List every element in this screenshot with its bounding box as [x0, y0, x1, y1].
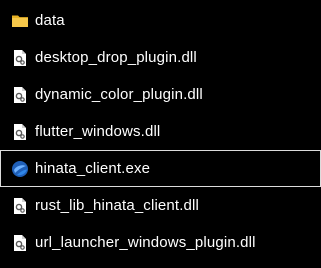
file-item-desktop-drop-plugin[interactable]: desktop_drop_plugin.dll [0, 39, 321, 76]
file-name: url_launcher_windows_plugin.dll [35, 233, 256, 251]
file-item-rust-lib-hinata-client[interactable]: rust_lib_hinata_client.dll [0, 187, 321, 224]
file-name: desktop_drop_plugin.dll [35, 48, 197, 66]
dll-file-icon [14, 49, 26, 66]
file-item-hinata-client-exe[interactable]: hinata_client.exe [0, 150, 321, 187]
file-name: dynamic_color_plugin.dll [35, 85, 203, 103]
dll-file-icon [14, 123, 26, 140]
dll-file-icon [14, 86, 26, 103]
file-list: data desktop_drop_plugin.dll dynamic_col… [0, 0, 321, 268]
file-item-data[interactable]: data [0, 2, 321, 39]
file-name: data [35, 11, 65, 29]
file-name: flutter_windows.dll [35, 122, 161, 140]
file-item-flutter-windows[interactable]: flutter_windows.dll [0, 113, 321, 150]
file-item-url-launcher-windows-plugin[interactable]: url_launcher_windows_plugin.dll [0, 224, 321, 261]
folder-icon [12, 15, 28, 27]
dll-file-icon [14, 234, 26, 251]
file-name: hinata_client.exe [35, 159, 151, 177]
app-globe-icon [12, 160, 28, 177]
file-name: rust_lib_hinata_client.dll [35, 196, 199, 214]
dll-file-icon [14, 197, 26, 214]
file-item-dynamic-color-plugin[interactable]: dynamic_color_plugin.dll [0, 76, 321, 113]
